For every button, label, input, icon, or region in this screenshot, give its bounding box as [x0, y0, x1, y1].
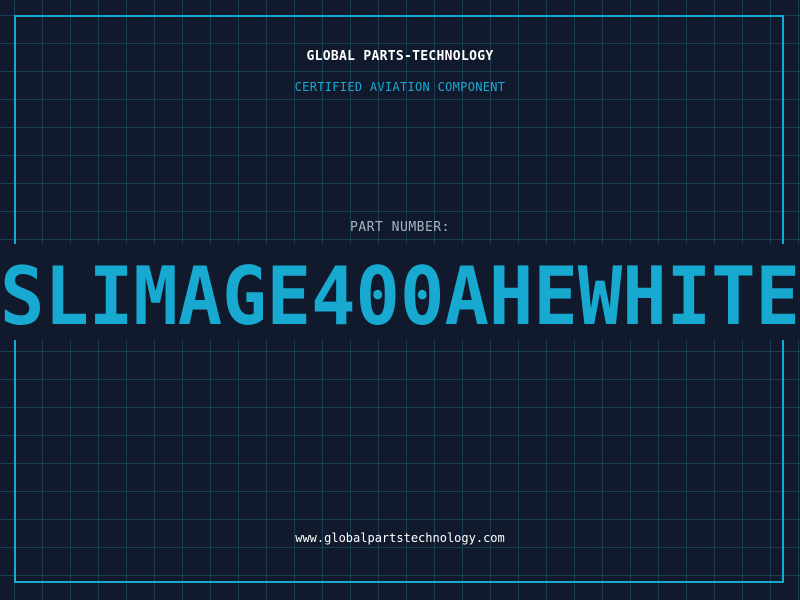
certification-subtitle: CERTIFIED AVIATION COMPONENT [294, 80, 506, 94]
website-link[interactable]: www.globalpartstechnology.com [0, 531, 800, 545]
part-number-label: PART NUMBER: [350, 220, 450, 235]
part-number-display: SLIMAGE400AHEWHITE [0, 250, 800, 336]
part-number-value: SLIMAGE400AHEWHITE [0, 250, 800, 336]
company-name: GLOBAL PARTS-TECHNOLOGY [306, 49, 494, 64]
